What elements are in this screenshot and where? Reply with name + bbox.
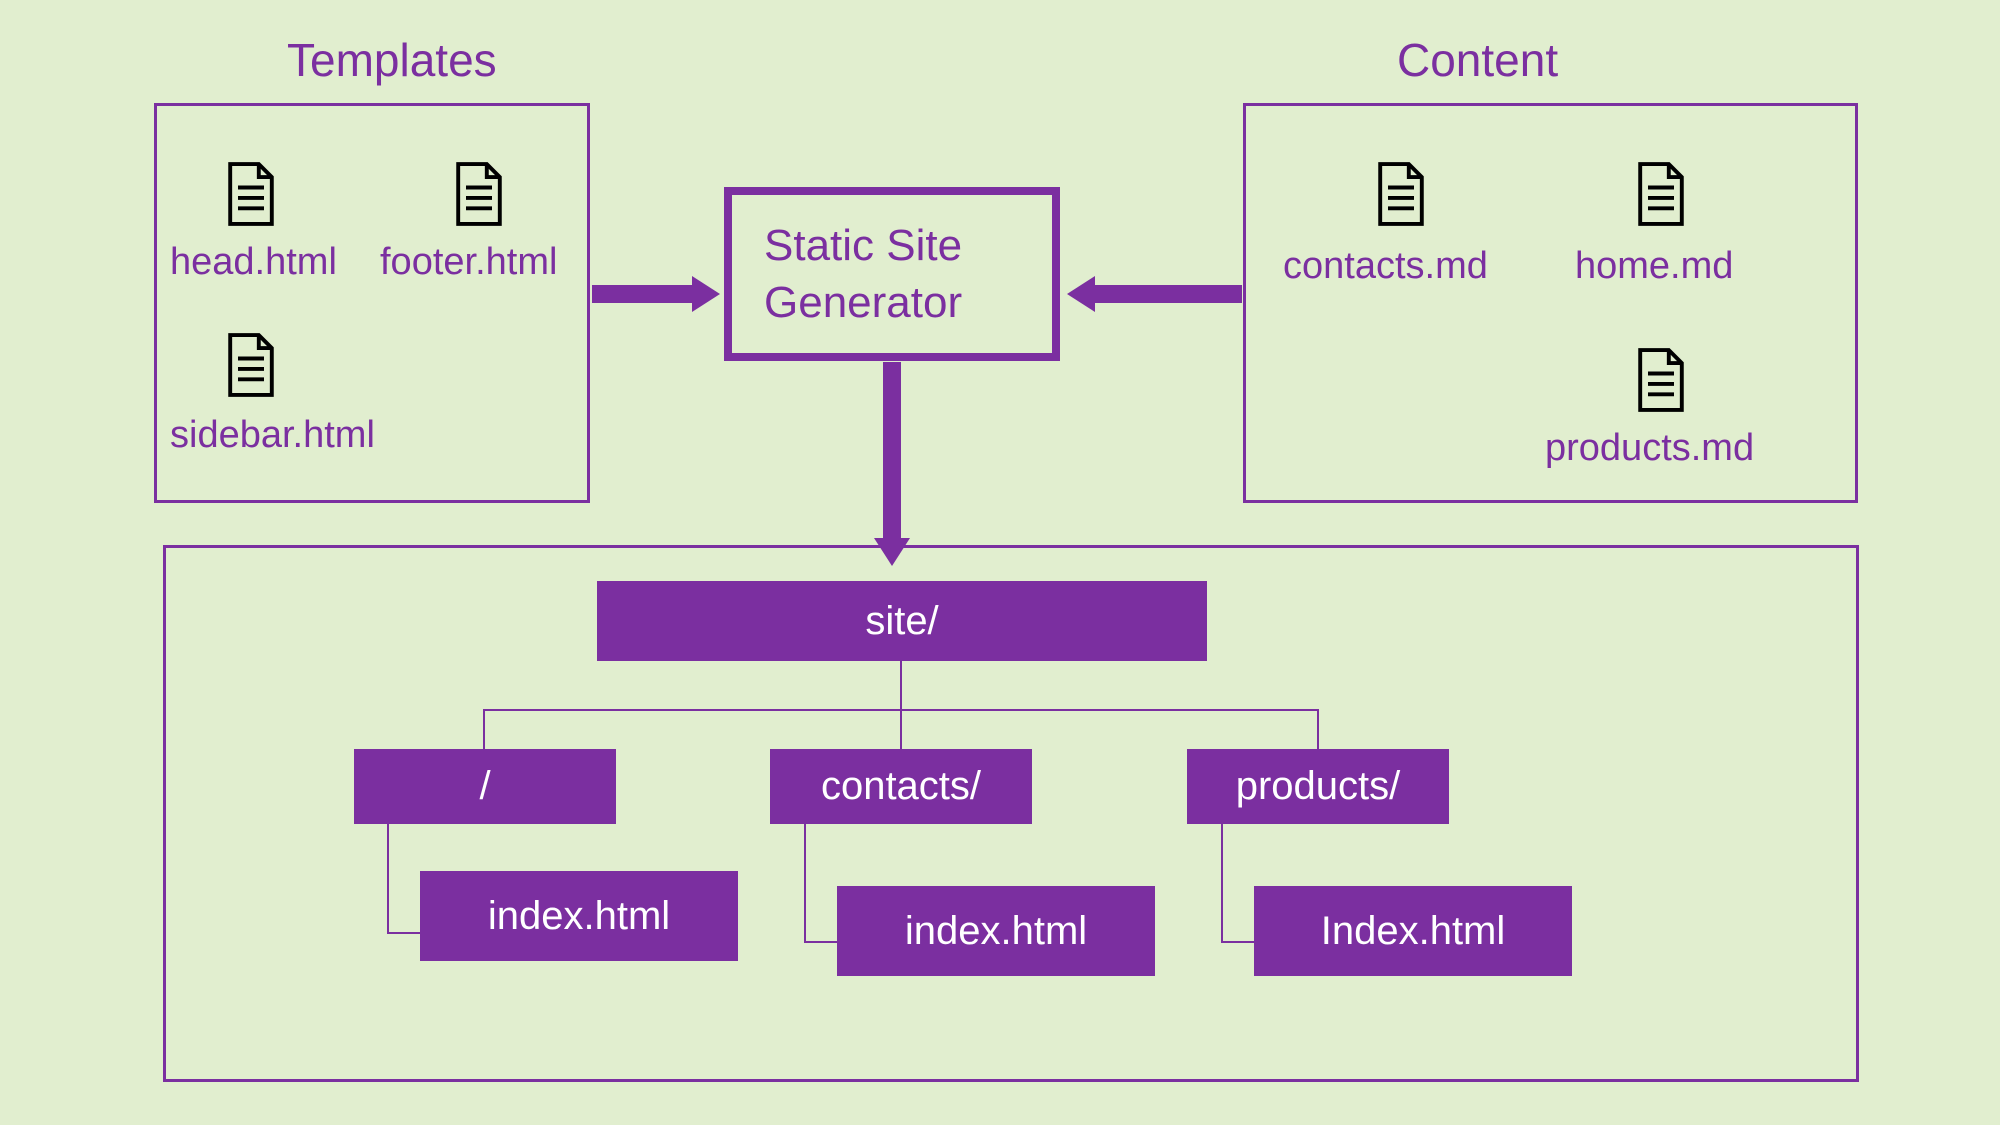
tree-root: site/ <box>597 581 1207 661</box>
tree-file-2: Index.html <box>1254 886 1572 976</box>
generator-line2: Generator <box>764 274 1052 331</box>
template-file-2: sidebar.html <box>170 414 375 457</box>
tree-dir-0: / <box>354 749 616 824</box>
file-icon <box>1375 161 1427 227</box>
tree-line <box>900 661 902 709</box>
tree-line <box>1221 824 1223 943</box>
template-file-1: footer.html <box>380 241 557 284</box>
arrow-templates-to-generator <box>592 285 694 303</box>
tree-line <box>483 709 485 749</box>
tree-file-0: index.html <box>420 871 738 961</box>
arrow-generator-to-output <box>883 362 901 540</box>
content-file-0: contacts.md <box>1283 245 1488 288</box>
arrow-content-to-generator <box>1095 285 1242 303</box>
generator-line1: Static Site <box>764 217 1052 274</box>
tree-dir-1: contacts/ <box>770 749 1032 824</box>
generator-box: Static Site Generator <box>724 187 1060 361</box>
content-file-2: products.md <box>1545 427 1754 470</box>
tree-line <box>1221 941 1254 943</box>
tree-line <box>387 824 389 934</box>
tree-line <box>804 941 837 943</box>
templates-title: Templates <box>287 33 497 87</box>
file-icon <box>1635 347 1687 413</box>
file-icon <box>1635 161 1687 227</box>
tree-line <box>900 709 902 749</box>
content-file-1: home.md <box>1575 245 1733 288</box>
tree-line <box>804 824 806 943</box>
file-icon <box>453 161 505 227</box>
file-icon <box>225 161 277 227</box>
file-icon <box>225 332 277 398</box>
content-title: Content <box>1397 33 1558 87</box>
template-file-0: head.html <box>170 241 337 284</box>
tree-file-1: index.html <box>837 886 1155 976</box>
arrow-head-icon <box>692 276 720 312</box>
arrow-head-icon <box>1067 276 1095 312</box>
tree-line <box>1317 709 1319 749</box>
tree-dir-2: products/ <box>1187 749 1449 824</box>
tree-line <box>387 932 420 934</box>
